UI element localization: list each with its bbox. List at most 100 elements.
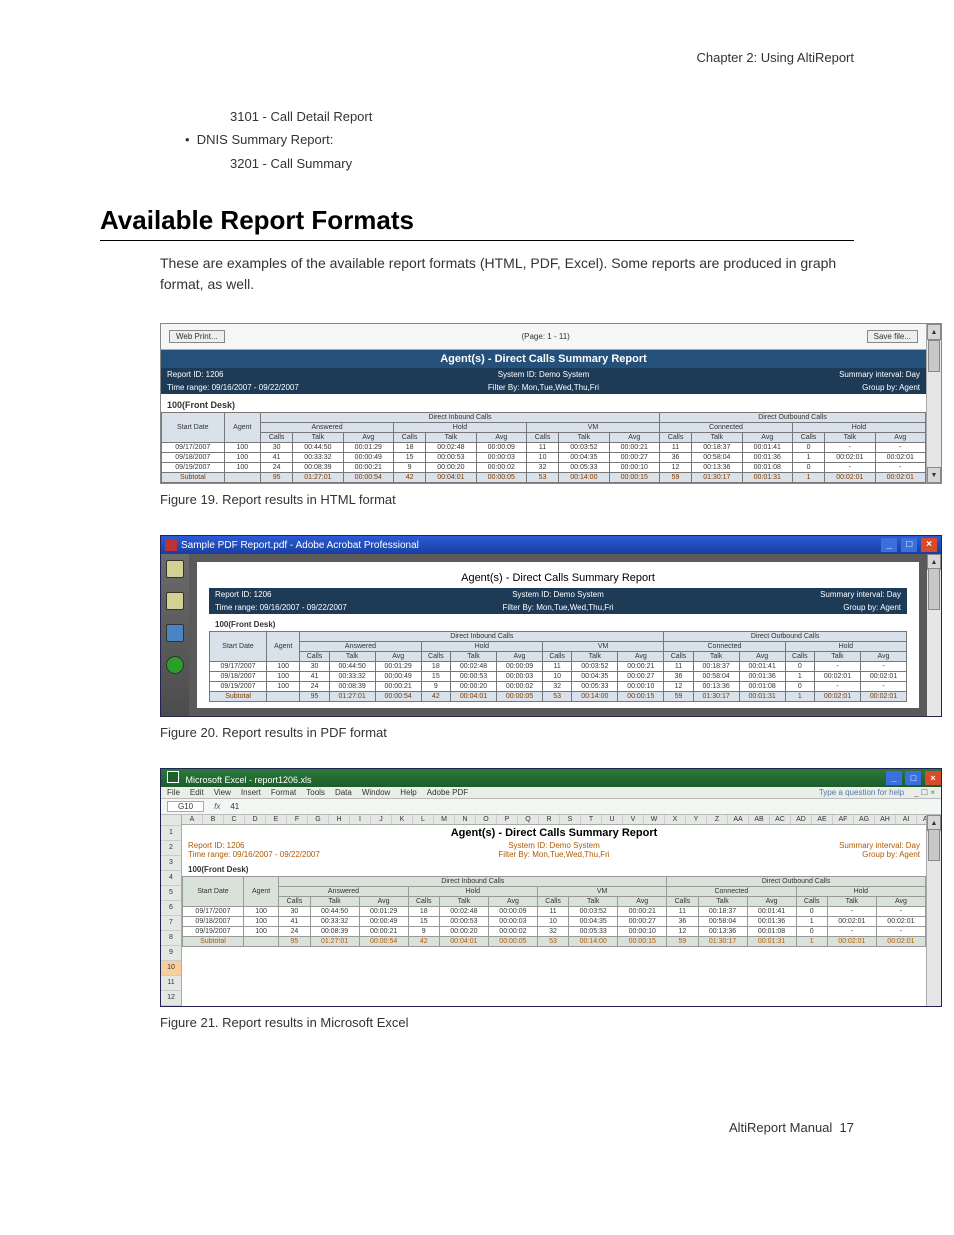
- row-8[interactable]: 8: [161, 931, 181, 946]
- col-X[interactable]: X: [665, 815, 686, 824]
- excel-doc-close[interactable]: _ ☐ ×: [914, 788, 935, 797]
- col-N[interactable]: N: [455, 815, 476, 824]
- col-I[interactable]: I: [350, 815, 371, 824]
- section-rule: [100, 240, 854, 241]
- col-J[interactable]: J: [371, 815, 392, 824]
- bookmarks-icon[interactable]: [166, 592, 184, 610]
- col-Y[interactable]: Y: [686, 815, 707, 824]
- col-O[interactable]: O: [476, 815, 497, 824]
- col-W[interactable]: W: [644, 815, 665, 824]
- col-A[interactable]: A: [182, 815, 203, 824]
- pages-icon[interactable]: [166, 560, 184, 578]
- meta-system-id: System ID: Demo System: [418, 370, 669, 379]
- row-3[interactable]: 3: [161, 856, 181, 871]
- excel-scrollbar[interactable]: ▲: [926, 815, 941, 1006]
- excel-window-controls: _ □ ×: [885, 771, 941, 785]
- col-F[interactable]: F: [287, 815, 308, 824]
- excel-menubar: File Edit View Insert Format Tools Data Window H…: [161, 787, 941, 799]
- col-AD[interactable]: AD: [791, 815, 812, 824]
- menu-file[interactable]: File: [167, 788, 180, 797]
- formula-value[interactable]: 41: [230, 802, 239, 811]
- pdf-meta-group: Group by: Agent: [672, 603, 901, 612]
- pdf-agent-label: 100(Front Desk): [209, 614, 907, 631]
- row-4[interactable]: 4: [161, 871, 181, 886]
- figure-19-caption: Figure 19. Report results in HTML format: [160, 492, 854, 507]
- col-AJ[interactable]: AJ: [917, 815, 926, 824]
- nav-icon[interactable]: [166, 656, 184, 674]
- close-icon[interactable]: ×: [925, 771, 941, 785]
- excel-window-title: Microsoft Excel - report1206.xls: [161, 769, 885, 787]
- menu-edit[interactable]: Edit: [190, 788, 204, 797]
- col-G[interactable]: G: [308, 815, 329, 824]
- menu-insert[interactable]: Insert: [241, 788, 261, 797]
- scrollbar[interactable]: ▲ ▼: [926, 324, 941, 483]
- col-AB[interactable]: AB: [749, 815, 770, 824]
- menu-help[interactable]: Help: [400, 788, 416, 797]
- col-AC[interactable]: AC: [770, 815, 791, 824]
- row-10[interactable]: 10: [161, 961, 181, 976]
- chapter-header: Chapter 2: Using AltiReport: [100, 50, 854, 65]
- edit-icon[interactable]: [166, 624, 184, 642]
- col-S[interactable]: S: [560, 815, 581, 824]
- scroll-thumb[interactable]: [928, 829, 940, 861]
- col-T[interactable]: T: [581, 815, 602, 824]
- close-icon[interactable]: ×: [921, 538, 937, 552]
- col-Z[interactable]: Z: [707, 815, 728, 824]
- menu-data[interactable]: Data: [335, 788, 352, 797]
- pdf-titlebar: Sample PDF Report.pdf - Adobe Acrobat Pr…: [161, 536, 941, 554]
- maximize-icon[interactable]: □: [901, 538, 917, 552]
- name-box[interactable]: G10: [167, 801, 204, 812]
- col-E[interactable]: E: [266, 815, 287, 824]
- col-M[interactable]: M: [434, 815, 455, 824]
- col-AI[interactable]: AI: [896, 815, 917, 824]
- row-9[interactable]: 9: [161, 946, 181, 961]
- row-2[interactable]: 2: [161, 841, 181, 856]
- intro-line-1: 3101 - Call Detail Report: [230, 105, 854, 128]
- minimize-icon[interactable]: _: [881, 538, 897, 552]
- excel-formula-bar: G10 fx 41: [161, 799, 941, 815]
- row-1[interactable]: 1: [161, 826, 181, 841]
- col-AF[interactable]: AF: [833, 815, 854, 824]
- save-file-button[interactable]: Save file...: [867, 330, 918, 343]
- pdf-meta-time-range: Time range: 09/16/2007 - 09/22/2007: [215, 603, 444, 612]
- col-AH[interactable]: AH: [875, 815, 896, 824]
- scroll-down-icon[interactable]: ▼: [927, 467, 941, 483]
- col-B[interactable]: B: [203, 815, 224, 824]
- col-D[interactable]: D: [245, 815, 266, 824]
- scroll-up-icon[interactable]: ▲: [927, 324, 941, 340]
- row-7[interactable]: 7: [161, 916, 181, 931]
- menu-tools[interactable]: Tools: [306, 788, 325, 797]
- col-AG[interactable]: AG: [854, 815, 875, 824]
- row-11[interactable]: 11: [161, 976, 181, 991]
- col-C[interactable]: C: [224, 815, 245, 824]
- row-5[interactable]: 5: [161, 886, 181, 901]
- menu-view[interactable]: View: [214, 788, 231, 797]
- excel-help-search[interactable]: Type a question for help: [819, 788, 904, 797]
- col-AA[interactable]: AA: [728, 815, 749, 824]
- row-6[interactable]: 6: [161, 901, 181, 916]
- col-P[interactable]: P: [497, 815, 518, 824]
- minimize-icon[interactable]: _: [886, 771, 902, 785]
- intro-line-2: 3201 - Call Summary: [230, 152, 854, 175]
- col-H[interactable]: H: [329, 815, 350, 824]
- scroll-thumb[interactable]: [928, 568, 940, 610]
- fx-icon[interactable]: fx: [214, 802, 220, 811]
- col-V[interactable]: V: [623, 815, 644, 824]
- pdf-report-title: Agent(s) - Direct Calls Summary Report: [209, 572, 907, 584]
- menu-format[interactable]: Format: [271, 788, 296, 797]
- col-Q[interactable]: Q: [518, 815, 539, 824]
- pdf-scrollbar[interactable]: ▲: [927, 554, 941, 716]
- col-K[interactable]: K: [392, 815, 413, 824]
- col-U[interactable]: U: [602, 815, 623, 824]
- web-print-button[interactable]: Web Print...: [169, 330, 225, 343]
- maximize-icon[interactable]: □: [905, 771, 921, 785]
- scroll-thumb[interactable]: [928, 340, 940, 372]
- col-R[interactable]: R: [539, 815, 560, 824]
- excel-titlebar: Microsoft Excel - report1206.xls _ □ ×: [161, 769, 941, 787]
- col-L[interactable]: L: [413, 815, 434, 824]
- menu-adobe-pdf[interactable]: Adobe PDF: [427, 788, 468, 797]
- menu-window[interactable]: Window: [362, 788, 390, 797]
- meta-filter-by: Filter By: Mon,Tue,Wed,Thu,Fri: [418, 383, 669, 392]
- col-AE[interactable]: AE: [812, 815, 833, 824]
- row-12[interactable]: 12: [161, 991, 181, 1006]
